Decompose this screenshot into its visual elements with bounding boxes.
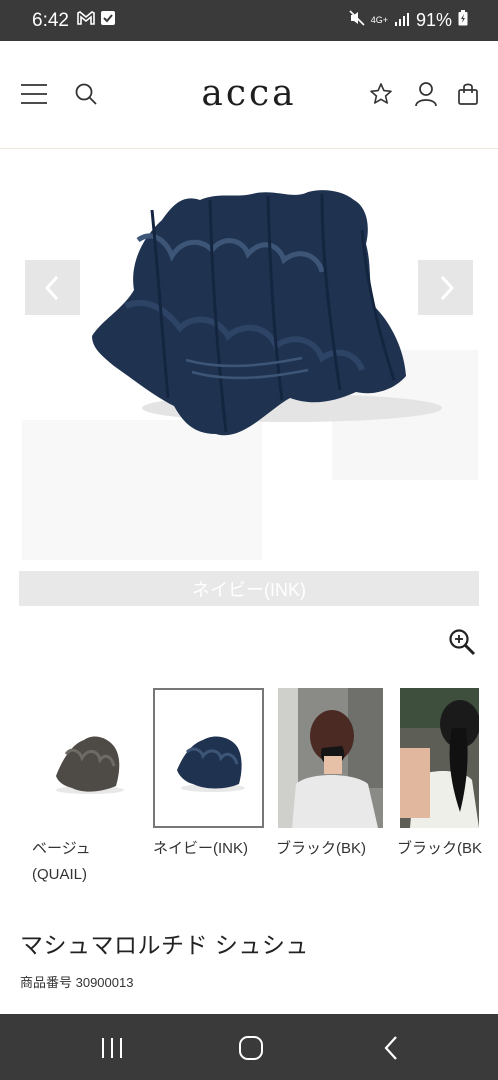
thumbnail-quail[interactable] xyxy=(32,688,140,828)
next-image-button[interactable] xyxy=(418,260,473,315)
mute-icon xyxy=(349,10,365,31)
product-main-image[interactable] xyxy=(22,170,478,560)
status-bar: 6:42 4G+ 91% xyxy=(0,0,498,41)
recent-apps-icon[interactable] xyxy=(97,1034,127,1062)
system-nav-bar xyxy=(0,1014,498,1080)
gmail-icon xyxy=(77,11,95,30)
cart-icon[interactable] xyxy=(453,79,483,109)
thumbnail-label: ネイビー(INK) xyxy=(153,840,248,857)
zoom-in-icon[interactable] xyxy=(448,628,476,656)
thumbnail-label: ベージュ (QUAIL) xyxy=(32,840,91,883)
product-title: マシュマロルチド シュシュ xyxy=(20,932,309,958)
check-notification-icon xyxy=(100,11,115,30)
product-number: 商品番号 30900013 xyxy=(20,975,134,990)
star-icon[interactable] xyxy=(366,79,396,109)
thumbnail-ink[interactable] xyxy=(153,688,264,828)
site-header: acca xyxy=(0,41,498,149)
navy-scrunchie-image xyxy=(92,190,442,436)
thumbnail-carousel: ベージュ (QUAIL) ネイビー(INK) ブラック(BK) ブラック(BK xyxy=(0,688,498,898)
selected-color-label: ネイビー(INK) xyxy=(19,571,479,606)
status-time: 6:42 xyxy=(32,9,69,31)
signal-icon xyxy=(394,10,410,31)
thumbnail-bk-ponytail[interactable] xyxy=(400,688,479,828)
chevron-left-icon xyxy=(44,275,58,300)
network-type: 4G+ xyxy=(370,15,388,25)
thumbnail-bk-model[interactable] xyxy=(278,688,383,828)
battery-icon xyxy=(458,10,468,31)
back-icon[interactable] xyxy=(376,1034,406,1062)
home-icon[interactable] xyxy=(236,1034,266,1062)
user-icon[interactable] xyxy=(411,79,441,109)
prev-image-button[interactable] xyxy=(25,260,80,315)
battery-percent: 91% xyxy=(415,10,452,30)
thumbnail-label: ブラック(BK xyxy=(397,840,483,857)
thumbnail-label: ブラック(BK) xyxy=(276,840,367,857)
chevron-right-icon xyxy=(440,275,454,300)
